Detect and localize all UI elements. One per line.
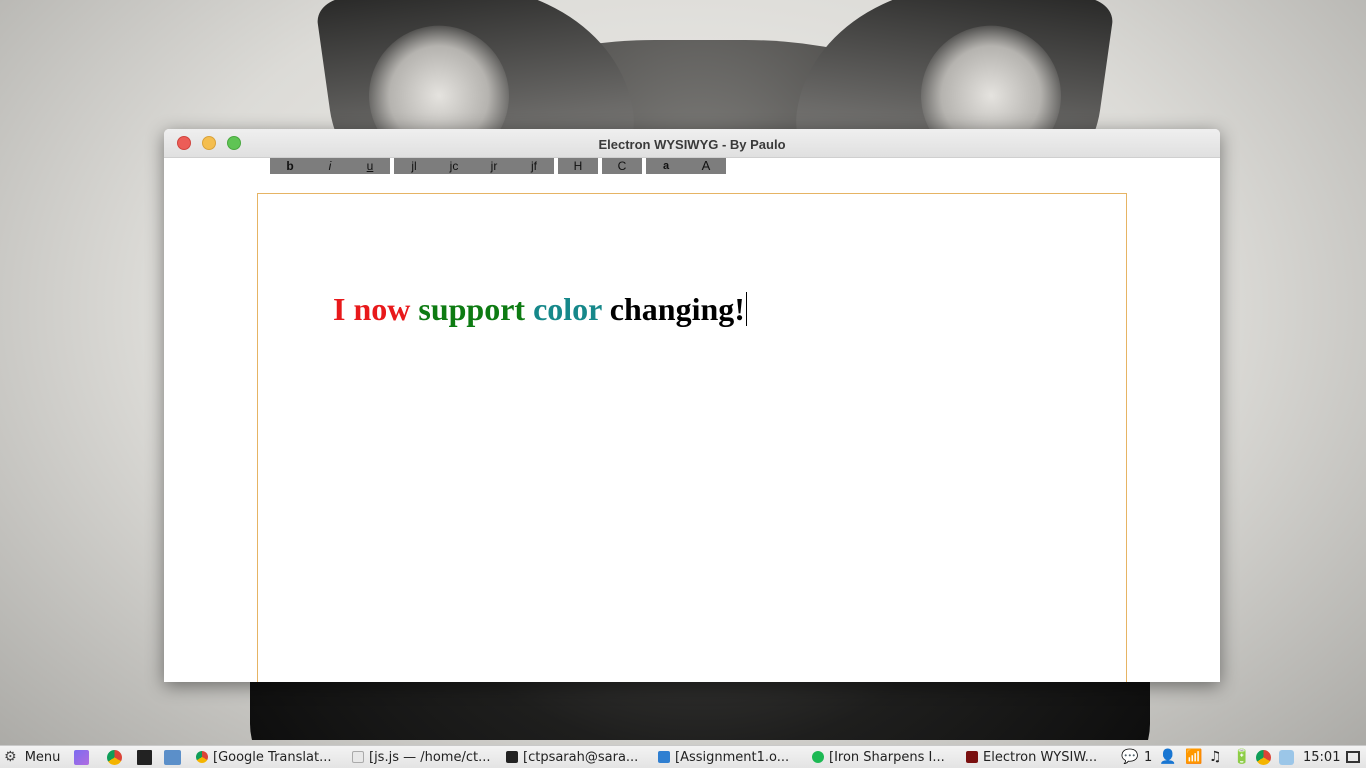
file-icon <box>352 751 364 763</box>
chrome-tray-icon[interactable] <box>1256 750 1271 765</box>
toolbar-group-heading: H <box>558 158 598 174</box>
menu-button[interactable]: ⚙ Menu <box>4 749 60 766</box>
writer-icon <box>658 751 670 763</box>
wifi-icon[interactable]: 📶 <box>1185 748 1202 767</box>
notifications-icon[interactable]: 💬 <box>1121 748 1138 767</box>
task-google-translate[interactable]: [Google Translat... <box>196 748 344 767</box>
window-title: Electron WYSIWYG - By Paulo <box>598 137 786 152</box>
app-window: Electron WYSIWYG - By Paulo b i u jl jc … <box>164 129 1220 682</box>
editor-content[interactable]: I now support color changing! <box>333 290 747 328</box>
bold-button[interactable]: b <box>270 158 310 174</box>
music-icon[interactable]: ♫ <box>1209 748 1222 767</box>
toolbar-group-color: C <box>602 158 642 174</box>
text-segment-teal: color <box>533 291 610 327</box>
clock[interactable]: 15:01 <box>1303 748 1340 767</box>
toolbar-group-size: a A <box>646 158 726 174</box>
justify-full-button[interactable]: jf <box>514 158 554 174</box>
editor-area[interactable]: I now support color changing! <box>257 193 1127 682</box>
justify-center-button[interactable]: jc <box>434 158 474 174</box>
title-bar[interactable]: Electron WYSIWYG - By Paulo <box>164 129 1220 158</box>
files-launcher-icon[interactable] <box>164 750 181 765</box>
color-button[interactable]: C <box>602 158 642 174</box>
text-segment-black: changing! <box>609 291 745 327</box>
justify-right-button[interactable]: jr <box>474 158 514 174</box>
electron-app-icon <box>966 751 978 763</box>
notification-count: 1 <box>1144 750 1153 765</box>
menu-label: Menu <box>24 750 61 765</box>
font-smaller-button[interactable]: a <box>646 158 686 174</box>
task-electron-wysiwyg[interactable]: Electron WYSIW... <box>966 748 1112 767</box>
gear-icon: ⚙ <box>4 749 17 765</box>
spotify-icon <box>812 751 824 763</box>
chrome-icon <box>196 751 208 763</box>
underline-button[interactable]: u <box>350 158 390 174</box>
show-desktop-icon[interactable] <box>74 750 89 765</box>
font-larger-button[interactable]: A <box>686 158 726 174</box>
justify-left-button[interactable]: jl <box>394 158 434 174</box>
user-icon[interactable]: 👤 <box>1159 748 1176 767</box>
text-caret <box>745 292 747 326</box>
toolbar-group-justify: jl jc jr jf <box>394 158 554 174</box>
text-segment-green: support <box>418 291 534 327</box>
dropbox-icon[interactable] <box>1279 750 1294 765</box>
taskbar: ⚙ Menu [Google Translat... [js.js — /hom… <box>0 745 1366 768</box>
task-js-editor[interactable]: [js.js — /home/ct... <box>352 748 498 767</box>
battery-icon[interactable]: 🔋 <box>1233 748 1250 767</box>
toolbar-group-style: b i u <box>270 158 390 174</box>
task-spotify[interactable]: [Iron Sharpens I... <box>812 748 960 767</box>
terminal-launcher-icon[interactable] <box>137 750 152 765</box>
terminal-icon <box>506 751 518 763</box>
task-terminal[interactable]: [ctpsarah@sara... <box>506 748 648 767</box>
task-assignment-doc[interactable]: [Assignment1.o... <box>658 748 804 767</box>
chrome-launcher-icon[interactable] <box>107 750 122 765</box>
heading-button[interactable]: H <box>558 158 598 174</box>
text-segment-red: I now <box>333 291 419 327</box>
italic-button[interactable]: i <box>310 158 350 174</box>
workspace-switcher-icon[interactable] <box>1346 751 1360 763</box>
